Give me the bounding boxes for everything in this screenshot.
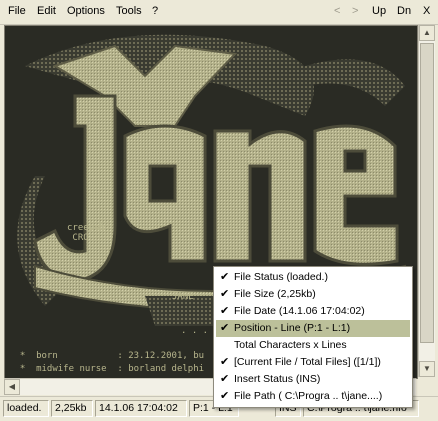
up-button[interactable]: Up xyxy=(372,5,386,17)
ctx-current-file[interactable]: ✔ [Current File / Total Files] ([1/1]) xyxy=(216,354,410,371)
vertical-scroll-thumb[interactable] xyxy=(420,43,434,343)
close-button[interactable]: X xyxy=(423,5,430,17)
ctx-total-characters[interactable]: Total Characters x Lines xyxy=(216,337,410,354)
check-icon: ✔ xyxy=(220,271,230,283)
prev-file-button[interactable]: < xyxy=(334,5,340,17)
ctx-file-status[interactable]: ✔ File Status (loaded.) xyxy=(216,269,410,286)
check-icon: ✔ xyxy=(220,305,230,317)
menu-options[interactable]: Options xyxy=(67,5,105,17)
status-size: 2,25kb xyxy=(51,400,93,417)
ctx-insert-status[interactable]: ✔ Insert Status (INS) xyxy=(216,371,410,388)
art-signature: JANE xyxy=(172,292,194,302)
check-icon: ✔ xyxy=(220,356,230,368)
status-date: 14.1.06 17:04:02 xyxy=(95,400,187,417)
menu-edit[interactable]: Edit xyxy=(37,5,56,17)
ctx-position-line[interactable]: ✔ Position - Line (P:1 - L:1) xyxy=(216,320,410,337)
ctx-file-path[interactable]: ✔ File Path ( C:\Progra .. t\jane....) xyxy=(216,388,410,405)
info-line-born: * born : 23.12.2001, bu xyxy=(9,351,205,361)
next-file-button[interactable]: > xyxy=(352,5,358,17)
check-icon: ✔ xyxy=(220,390,230,402)
scroll-left-icon[interactable]: ◀ xyxy=(4,379,20,395)
ctx-file-date[interactable]: ✔ File Date (14.1.06 17:04:02) xyxy=(216,303,410,320)
check-icon: ✔ xyxy=(220,322,230,334)
menu-help[interactable]: ? xyxy=(152,5,158,17)
art-tag: creepah CRO xyxy=(67,223,105,243)
vertical-scrollbar[interactable]: ▲ ▼ xyxy=(418,25,435,377)
status-bar-context-menu: ✔ File Status (loaded.) ✔ File Size (2,2… xyxy=(213,266,413,408)
scroll-up-icon[interactable]: ▲ xyxy=(419,25,435,41)
scroll-down-icon[interactable]: ▼ xyxy=(419,361,435,377)
status-loaded: loaded. xyxy=(3,400,49,417)
check-icon: ✔ xyxy=(220,288,230,300)
ctx-file-size[interactable]: ✔ File Size (2,25kb) xyxy=(216,286,410,303)
down-button[interactable]: Dn xyxy=(397,5,411,17)
menu-bar: File Edit Options Tools ? < > Up Dn X xyxy=(0,0,438,25)
menu-tools[interactable]: Tools xyxy=(116,5,142,17)
menu-file[interactable]: File xyxy=(8,5,26,17)
info-line-nurse: * midwife nurse : borland delphi xyxy=(9,364,205,374)
check-icon: ✔ xyxy=(220,373,230,385)
